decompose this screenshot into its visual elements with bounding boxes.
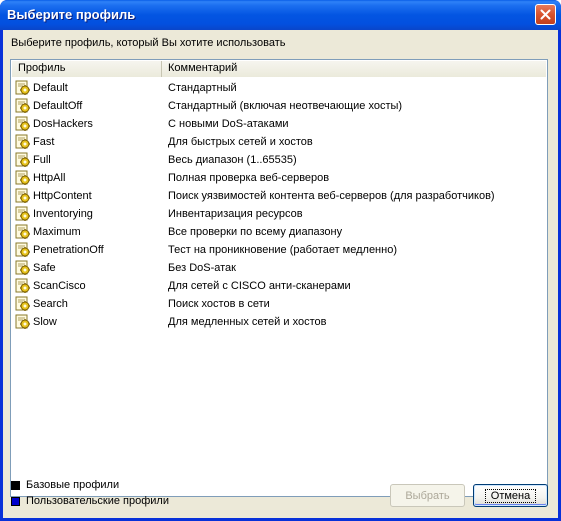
profile-comment: Инвентаризация ресурсов xyxy=(168,208,303,220)
profile-gear-icon xyxy=(15,206,30,221)
list-item[interactable]: Search Поиск хостов в сети xyxy=(12,295,546,313)
list-item[interactable]: Fast Для быстрых сетей и хостов xyxy=(12,133,546,151)
select-button-label: Выбрать xyxy=(405,489,450,502)
profile-name-cell: PenetrationOff xyxy=(12,242,162,258)
profile-name-cell: DefaultOff xyxy=(12,98,162,114)
profile-comment: Стандартный xyxy=(168,82,237,94)
profile-list[interactable]: Профиль Комментарий Default Стандартный De… xyxy=(10,59,548,497)
profile-gear-icon xyxy=(15,296,30,311)
profile-gear-icon xyxy=(15,116,30,131)
profile-name: HttpContent xyxy=(33,190,92,202)
profile-gear-icon xyxy=(15,260,30,275)
profile-gear-icon xyxy=(15,80,30,95)
profile-gear-icon xyxy=(15,242,30,257)
list-item[interactable]: DosHackers С новыми DoS-атаками xyxy=(12,115,546,133)
close-icon xyxy=(540,9,551,20)
list-item[interactable]: ScanCisco Для сетей с CISCO анти-сканерам… xyxy=(12,277,546,295)
column-header-profile[interactable]: Профиль xyxy=(12,61,162,77)
profile-name: Slow xyxy=(33,316,57,328)
profile-gear-icon xyxy=(15,98,30,113)
select-button[interactable]: Выбрать xyxy=(390,484,465,507)
profile-gear-icon xyxy=(15,188,30,203)
list-item[interactable]: Full Весь диапазон (1..65535) xyxy=(12,151,546,169)
profile-name-cell: ScanCisco xyxy=(12,278,162,294)
profile-name-cell: Fast xyxy=(12,134,162,150)
profile-comment: Поиск хостов в сети xyxy=(168,298,270,310)
legend-base-label: Базовые профили xyxy=(26,479,120,491)
profile-name-cell: Maximum xyxy=(12,224,162,240)
profile-name: Full xyxy=(33,154,51,166)
profile-name-cell: DosHackers xyxy=(12,116,162,132)
profile-name: Inventorying xyxy=(33,208,93,220)
list-item[interactable]: HttpContent Поиск уязвимостей контента ве… xyxy=(12,187,546,205)
dialog-window: Выберите профиль Выберите профиль, котор… xyxy=(0,0,561,521)
list-item[interactable]: DefaultOff Стандартный (включая неотвечаю… xyxy=(12,97,546,115)
profile-name: PenetrationOff xyxy=(33,244,104,256)
list-rows: Default Стандартный DefaultOff Стандартный … xyxy=(12,79,546,331)
profile-comment: Поиск уязвимостей контента веб-серверов … xyxy=(168,190,495,202)
list-item[interactable]: Safe Без DoS-атак xyxy=(12,259,546,277)
list-item[interactable]: PenetrationOff Тест на проникновение (раб… xyxy=(12,241,546,259)
profile-comment: Для быстрых сетей и хостов xyxy=(168,136,313,148)
profile-name-cell: Safe xyxy=(12,260,162,276)
profile-comment: Для медленных сетей и хостов xyxy=(168,316,327,328)
profile-name-cell: Full xyxy=(12,152,162,168)
profile-name-cell: HttpAll xyxy=(12,170,162,186)
profile-gear-icon xyxy=(15,134,30,149)
list-header: Профиль Комментарий xyxy=(12,61,546,77)
close-button[interactable] xyxy=(535,4,556,25)
profile-name: Safe xyxy=(33,262,56,274)
list-item[interactable]: HttpAll Полная проверка веб-серверов xyxy=(12,169,546,187)
profile-name: Search xyxy=(33,298,68,310)
profile-comment: Весь диапазон (1..65535) xyxy=(168,154,297,166)
profile-name: Maximum xyxy=(33,226,81,238)
profile-name: Fast xyxy=(33,136,55,148)
list-item[interactable]: Default Стандартный xyxy=(12,79,546,97)
profile-gear-icon xyxy=(15,152,30,167)
window-title: Выберите профиль xyxy=(7,7,136,22)
profile-name-cell: Inventorying xyxy=(12,206,162,222)
list-item[interactable]: Maximum Все проверки по всему диапазону xyxy=(12,223,546,241)
legend-base-swatch xyxy=(11,480,20,490)
profile-name: ScanCisco xyxy=(33,280,86,292)
profile-comment: Полная проверка веб-серверов xyxy=(168,172,330,184)
column-header-comment[interactable]: Комментарий xyxy=(162,61,546,77)
cancel-button-label: Отмена xyxy=(484,488,537,503)
legend-base: Базовые профили xyxy=(11,479,119,491)
profile-comment: Для сетей с CISCO анти-сканерами xyxy=(168,280,351,292)
profile-gear-icon xyxy=(15,224,30,239)
profile-gear-icon xyxy=(15,170,30,185)
profile-comment: Стандартный (включая неотвечающие хосты) xyxy=(168,100,403,112)
profile-comment: С новыми DoS-атаками xyxy=(168,118,289,130)
profile-name: DosHackers xyxy=(33,118,93,130)
instruction-text: Выберите профиль, который Вы хотите испо… xyxy=(11,37,286,49)
legend-user-label: Пользовательские профили xyxy=(26,495,169,507)
profile-name: Default xyxy=(33,82,68,94)
profile-name: HttpAll xyxy=(33,172,66,184)
legend-user-swatch xyxy=(11,496,20,506)
list-item[interactable]: Slow Для медленных сетей и хостов xyxy=(12,313,546,331)
profile-gear-icon xyxy=(15,314,30,329)
profile-name-cell: Search xyxy=(12,296,162,312)
dialog-body: Выберите профиль, который Вы хотите испо… xyxy=(3,30,558,518)
profile-name-cell: HttpContent xyxy=(12,188,162,204)
cancel-button[interactable]: Отмена xyxy=(473,484,548,507)
profile-name-cell: Default xyxy=(12,80,162,96)
profile-name-cell: Slow xyxy=(12,314,162,330)
title-bar[interactable]: Выберите профиль xyxy=(0,0,561,30)
profile-comment: Без DoS-атак xyxy=(168,262,236,274)
legend-user: Пользовательские профили xyxy=(11,495,169,507)
profile-comment: Все проверки по всему диапазону xyxy=(168,226,343,238)
profile-name: DefaultOff xyxy=(33,100,83,112)
profile-comment: Тест на проникновение (работает медленно… xyxy=(168,244,397,256)
profile-gear-icon xyxy=(15,278,30,293)
list-item[interactable]: Inventorying Инвентаризация ресурсов xyxy=(12,205,546,223)
